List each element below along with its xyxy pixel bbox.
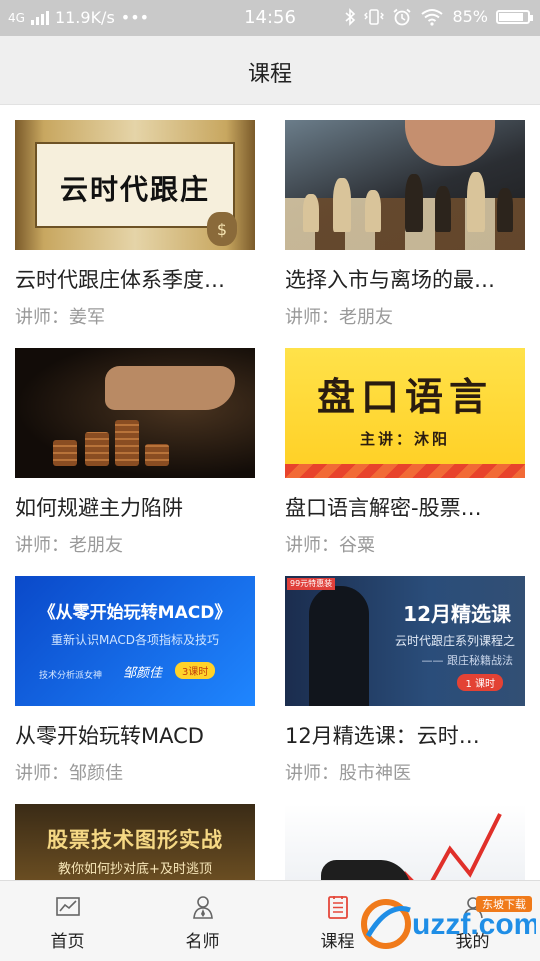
coin-stack	[85, 432, 109, 466]
coin-stack	[53, 440, 77, 466]
chess-piece	[497, 188, 513, 232]
thumbnail-text: 12月精选课	[403, 602, 511, 626]
tab-label: 名师	[185, 932, 220, 952]
tab-label: 首页	[50, 932, 85, 952]
vibrate-icon	[364, 8, 385, 25]
watermark-text: uzzf.com	[412, 908, 536, 941]
course-teacher: 讲师：姜军	[15, 307, 105, 328]
chess-piece	[435, 186, 451, 232]
chess-piece	[467, 172, 485, 232]
battery-icon	[496, 9, 533, 24]
status-right: 85%	[344, 7, 533, 26]
thumbnail-signature: 邹颜佳	[123, 666, 163, 681]
course-thumbnail[interactable]: 股票技术图形实战 教你如何抄对底+及时逃顶	[15, 804, 255, 880]
course-title[interactable]: 从零开始玩转MACD	[15, 720, 255, 750]
course-title[interactable]: 如何规避主力陷阱	[15, 492, 255, 522]
chess-piece	[405, 174, 423, 232]
thumbnail-text: 盘口语言	[316, 375, 493, 419]
rising-trend-line	[396, 813, 502, 880]
course-teacher: 讲师：邹颜佳	[15, 763, 123, 784]
thumbnail-text: 股票技术图形实战	[47, 828, 223, 852]
course-card[interactable]	[285, 804, 525, 880]
thumbnail-subtext: 主讲：沐阳	[359, 430, 450, 448]
course-card[interactable]: 云时代跟庄 $ 云时代跟庄体系季度… 讲师：姜军	[15, 120, 255, 329]
battery-percent: 85%	[452, 7, 488, 26]
tab-home[interactable]: 首页	[0, 881, 135, 961]
course-teacher: 讲师：股市神医	[285, 763, 411, 784]
course-thumbnail[interactable]: 盘口语言 主讲：沐阳	[285, 348, 525, 478]
money-bag-icon: $	[207, 212, 237, 246]
course-card[interactable]: 盘口语言 主讲：沐阳 盘口语言解密-股票… 讲师：谷粟	[285, 348, 525, 557]
thumbnail-caption: —— 跟庄秘籍战法	[421, 654, 514, 667]
course-thumbnail[interactable]	[285, 804, 525, 880]
course-title[interactable]: 12月精选课：云时…	[285, 720, 525, 750]
chess-piece	[333, 178, 351, 232]
lesson-count-badge: 3课时	[175, 662, 216, 679]
course-thumbnail[interactable]: 云时代跟庄 $	[15, 120, 255, 250]
course-list-icon	[327, 896, 348, 919]
course-title[interactable]: 选择入市与离场的最…	[285, 264, 525, 294]
lesson-count-badge: 1 课时	[457, 674, 503, 691]
course-teacher: 讲师：老朋友	[285, 307, 393, 328]
page-title: 课程	[247, 62, 292, 87]
thumbnail-text: 云时代跟庄	[59, 173, 210, 206]
thumbnail-subtext: 云时代跟庄系列课程之	[394, 634, 515, 648]
thumbnail-subtext: 教你如何抄对底+及时逃顶	[58, 862, 212, 877]
watermark-logo: uzzf.com 东坡下载	[361, 896, 536, 949]
watermark-subtext: 东坡下载	[482, 898, 526, 911]
course-card[interactable]: 股票技术图形实战 教你如何抄对底+及时逃顶	[15, 804, 255, 880]
title-bar: 课程	[0, 36, 540, 105]
coin-stack	[115, 420, 139, 466]
wifi-icon	[421, 8, 444, 26]
course-card[interactable]: 99元特惠装 12月精选课 云时代跟庄系列课程之 —— 跟庄秘籍战法 1 课时 …	[285, 576, 525, 785]
course-card[interactable]: 《从零开始玩转MACD》 重新认识MACD各项指标及技巧 技术分析派女神 邹颜佳…	[15, 576, 255, 785]
course-title[interactable]: 云时代跟庄体系季度…	[15, 264, 255, 294]
course-teacher: 讲师：谷粟	[285, 535, 375, 556]
chess-piece	[303, 194, 319, 232]
course-thumbnail[interactable]: 99元特惠装 12月精选课 云时代跟庄系列课程之 —— 跟庄秘籍战法 1 课时	[285, 576, 525, 706]
thumbnail-text: 《从零开始玩转MACD》	[38, 603, 232, 623]
course-thumbnail[interactable]	[285, 120, 525, 250]
chess-piece	[365, 190, 381, 232]
decorative-stripe	[285, 464, 525, 478]
chart-icon	[55, 897, 80, 916]
alarm-icon	[393, 8, 412, 25]
presenter-image	[309, 586, 369, 706]
bluetooth-icon	[345, 7, 356, 26]
course-teacher: 讲师：老朋友	[15, 535, 123, 556]
thumbnail-subtext: 重新认识MACD各项指标及技巧	[51, 633, 219, 647]
course-card[interactable]: 如何规避主力陷阱 讲师：老朋友	[15, 348, 255, 557]
course-grid[interactable]: 云时代跟庄 $ 云时代跟庄体系季度… 讲师：姜军 选择入市与离场的最… 讲师：老…	[0, 104, 540, 880]
course-title[interactable]: 盘口语言解密-股票…	[285, 492, 525, 522]
tab-teachers[interactable]: 名师	[135, 881, 270, 961]
thumbnail-caption: 技术分析派女神	[39, 671, 103, 681]
hand-image	[105, 366, 235, 410]
price-tag: 99元特惠装	[287, 578, 336, 590]
hand-image	[405, 120, 495, 166]
coin-stack	[145, 444, 169, 466]
status-bar: 4G 11.9K/s ••• 14:56 85%	[0, 0, 540, 36]
teacher-icon	[192, 896, 213, 919]
course-thumbnail[interactable]	[15, 348, 255, 478]
course-thumbnail[interactable]: 《从零开始玩转MACD》 重新认识MACD各项指标及技巧 技术分析派女神 邹颜佳…	[15, 576, 255, 706]
course-card[interactable]: 选择入市与离场的最… 讲师：老朋友	[285, 120, 525, 329]
